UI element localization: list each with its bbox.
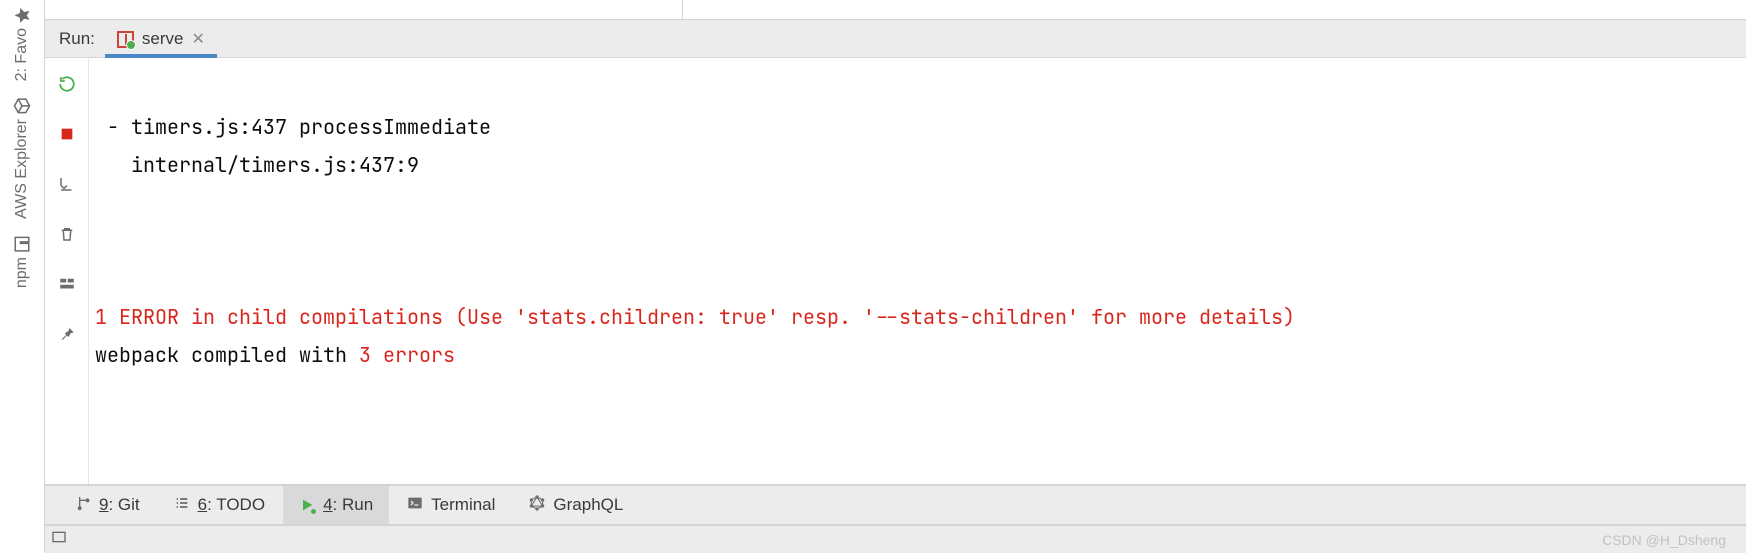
layout-button[interactable]: [53, 270, 81, 298]
graphql-icon: [529, 495, 545, 516]
sidebar-label: npm: [13, 257, 31, 288]
bottom-tab-label: 9: Git: [99, 495, 140, 515]
star-icon: [13, 6, 31, 24]
scroll-to-end-button[interactable]: [53, 170, 81, 198]
run-tab-serve[interactable]: serve ✕: [105, 21, 217, 57]
sidebar-label: 2: Favo: [13, 28, 31, 81]
rerun-button[interactable]: [53, 70, 81, 98]
pin-button[interactable]: [53, 320, 81, 348]
run-gutter: [45, 58, 89, 484]
breadcrumb-left: [45, 0, 683, 19]
console-line: webpack compiled with 3 errors: [95, 342, 455, 368]
main-area: Run: serve ✕: [45, 0, 1746, 553]
bottom-tab-todo[interactable]: 6: TODO: [158, 486, 281, 524]
close-icon[interactable]: ✕: [192, 29, 205, 49]
status-bar: CSDN @H_Dsheng: [45, 525, 1746, 553]
bottom-tab-label: Terminal: [431, 495, 495, 515]
cube-icon: [13, 97, 31, 115]
console-error-count: 3 errors: [359, 342, 455, 368]
console-error-line: 1 ERROR in child compilations (Use 'stat…: [95, 304, 1295, 330]
bottom-tab-run[interactable]: 4: Run: [283, 486, 389, 524]
breadcrumb-bar: [45, 0, 1746, 20]
sidebar-item-favorites[interactable]: 2: Favo: [13, 2, 31, 85]
play-icon: [299, 497, 315, 513]
window-icon[interactable]: [51, 529, 67, 550]
watermark-text: CSDN @H_Dsheng: [1602, 532, 1726, 548]
clear-all-button[interactable]: [53, 220, 81, 248]
sidebar-label: AWS Explorer: [13, 119, 31, 219]
bottom-tool-bar: 9: Git 6: TODO 4: Run Terminal: [45, 485, 1746, 525]
bottom-tab-graphql[interactable]: GraphQL: [513, 486, 639, 524]
tab-label: serve: [142, 29, 184, 49]
terminal-icon: [407, 495, 423, 516]
console-output[interactable]: - timers.js:437 processImmediate interna…: [89, 58, 1746, 484]
run-config-icon: [117, 31, 134, 48]
console-line: internal/timers.js:437:9: [95, 152, 419, 178]
git-icon: [75, 495, 91, 516]
bottom-tab-label: 4: Run: [323, 495, 373, 515]
npm-icon: [13, 235, 31, 253]
console-text: webpack compiled with: [95, 342, 359, 368]
list-icon: [174, 495, 190, 516]
bottom-tab-terminal[interactable]: Terminal: [391, 486, 511, 524]
stop-button[interactable]: [53, 120, 81, 148]
left-tool-strip: 2: Favo AWS Explorer npm: [0, 0, 45, 553]
bottom-tab-label: GraphQL: [553, 495, 623, 515]
console-line: - timers.js:437 processImmediate: [95, 114, 491, 140]
bottom-tab-git[interactable]: 9: Git: [59, 486, 156, 524]
run-tab-bar: Run: serve ✕: [45, 20, 1746, 58]
run-panel-title: Run:: [49, 29, 105, 49]
sidebar-item-npm[interactable]: npm: [13, 231, 31, 292]
sidebar-item-aws-explorer[interactable]: AWS Explorer: [13, 93, 31, 223]
bottom-tab-label: 6: TODO: [198, 495, 265, 515]
